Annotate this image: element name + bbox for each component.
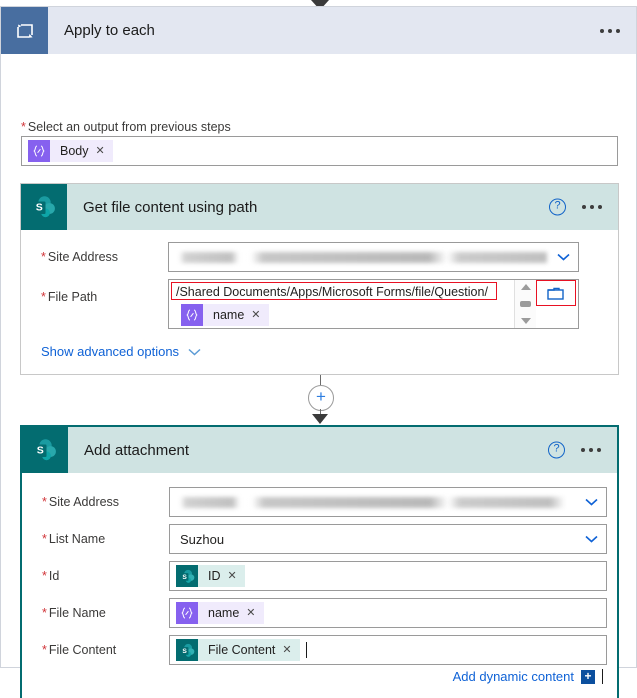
close-icon[interactable]: ✕	[246, 607, 255, 619]
required-asterisk: *	[42, 643, 47, 657]
sharepoint-icon: S	[176, 639, 198, 661]
close-icon[interactable]: ✕	[282, 644, 291, 656]
add-dynamic-content-link[interactable]: Add dynamic content +	[453, 669, 603, 684]
required-asterisk: *	[41, 290, 46, 304]
token-chip-name[interactable]: name ✕	[181, 304, 269, 326]
file-path-scrollbar[interactable]	[514, 280, 536, 328]
apply-to-each-card[interactable]: Apply to each * Select an output from pre…	[0, 6, 637, 698]
chevron-down-icon	[188, 348, 201, 356]
expression-icon	[181, 304, 203, 326]
file-path-value: /Shared Documents/Apps/Microsoft Forms/f…	[176, 285, 488, 299]
plus-icon[interactable]: +	[581, 669, 595, 684]
close-icon[interactable]: ✕	[228, 570, 237, 582]
show-advanced-options-link[interactable]: Show advanced options	[41, 344, 201, 359]
sharepoint-icon: S	[22, 427, 68, 473]
token-chip-name-text: name ✕	[203, 304, 269, 326]
file-name-input[interactable]: name ✕	[169, 598, 607, 628]
token-chip-body-text: Body ✕	[50, 140, 113, 162]
site-address-label: * Site Address	[42, 495, 120, 509]
token-chip-body[interactable]: Body ✕	[28, 140, 113, 162]
connector-line-top	[320, 375, 321, 385]
file-path-token-wrap: name ✕	[181, 304, 269, 326]
file-path-editor[interactable]: /Shared Documents/Apps/Microsoft Forms/f…	[168, 279, 579, 329]
required-asterisk: *	[42, 495, 47, 509]
svg-text:S: S	[37, 445, 44, 457]
apply-to-each-header[interactable]: Apply to each	[1, 7, 636, 54]
scrollbar-thumb[interactable]	[520, 301, 531, 307]
list-name-combobox[interactable]: Suzhou	[169, 524, 607, 554]
id-input[interactable]: S ID ✕	[169, 561, 607, 591]
add-attachment-ellipsis-icon[interactable]	[581, 448, 601, 452]
file-path-label: * File Path	[41, 290, 98, 304]
svg-text:S: S	[182, 573, 187, 580]
apply-to-each-ellipsis-icon[interactable]	[600, 28, 620, 33]
list-name-value: Suzhou	[180, 531, 225, 547]
close-icon[interactable]: ✕	[96, 145, 105, 157]
arrow-down-icon	[312, 414, 328, 424]
help-icon[interactable]: ?	[549, 198, 566, 216]
svg-text:S: S	[36, 202, 43, 214]
id-label: * Id	[42, 569, 60, 583]
folder-picker-button[interactable]	[538, 283, 574, 305]
redacted-site-address-value	[180, 496, 575, 508]
chevron-down-icon	[585, 498, 598, 506]
token-chip-id[interactable]: S ID ✕	[176, 565, 245, 587]
redacted-site-address-value	[179, 251, 547, 263]
token-chip-file-name-text: name ✕	[198, 602, 264, 624]
get-file-content-title: Get file content using path	[83, 198, 258, 216]
scroll-up-arrow-icon[interactable]	[520, 284, 531, 290]
add-attachment-header[interactable]: S Add attachment ?	[22, 427, 617, 473]
file-content-input[interactable]: S File Content ✕	[169, 635, 607, 665]
required-asterisk: *	[21, 120, 26, 134]
site-address-combobox-2[interactable]	[169, 487, 607, 517]
file-content-label: * File Content	[42, 643, 117, 657]
token-chip-file-content-text: File Content ✕	[198, 639, 300, 661]
expression-icon	[176, 602, 198, 624]
help-icon[interactable]: ?	[548, 441, 565, 459]
flow-designer-canvas: Apply to each * Select an output from pre…	[0, 0, 637, 698]
apply-to-each-body: * Select an output from previous steps Bo…	[1, 54, 636, 698]
token-chip-id-text: ID ✕	[198, 565, 245, 587]
add-attachment-title: Add attachment	[84, 441, 190, 459]
required-asterisk: *	[42, 532, 47, 546]
loop-icon	[1, 7, 48, 54]
text-cursor	[305, 642, 307, 658]
required-asterisk: *	[41, 250, 46, 264]
folder-picker-icon	[547, 287, 564, 300]
get-file-content-header[interactable]: S Get file content using path ?	[21, 184, 618, 230]
site-address-label: * Site Address	[41, 250, 119, 264]
sharepoint-icon: S	[21, 184, 67, 230]
insert-step-button[interactable]: +	[308, 385, 334, 411]
select-output-label: * Select an output from previous steps	[21, 120, 231, 134]
sharepoint-icon: S	[176, 565, 198, 587]
chevron-down-icon	[557, 253, 570, 261]
close-icon[interactable]: ✕	[251, 309, 260, 321]
site-address-combobox-1[interactable]	[168, 242, 579, 272]
file-name-label: * File Name	[42, 606, 106, 620]
add-attachment-card[interactable]: S Add attachment ? * Site Address * List…	[20, 425, 619, 698]
text-cursor	[602, 669, 603, 684]
select-output-input[interactable]: Body ✕	[21, 136, 618, 166]
chevron-down-icon	[585, 535, 598, 543]
get-file-content-ellipsis-icon[interactable]	[582, 205, 602, 209]
list-name-label: * List Name	[42, 532, 106, 546]
expression-icon	[28, 140, 50, 162]
required-asterisk: *	[42, 606, 47, 620]
required-asterisk: *	[42, 569, 47, 583]
svg-text:S: S	[182, 647, 187, 654]
scroll-down-arrow-icon[interactable]	[520, 318, 531, 324]
token-chip-file-content[interactable]: S File Content ✕	[176, 639, 300, 661]
apply-to-each-title: Apply to each	[64, 22, 155, 39]
get-file-content-card[interactable]: S Get file content using path ? * Site Ad…	[20, 183, 619, 375]
token-chip-file-name[interactable]: name ✕	[176, 602, 264, 624]
